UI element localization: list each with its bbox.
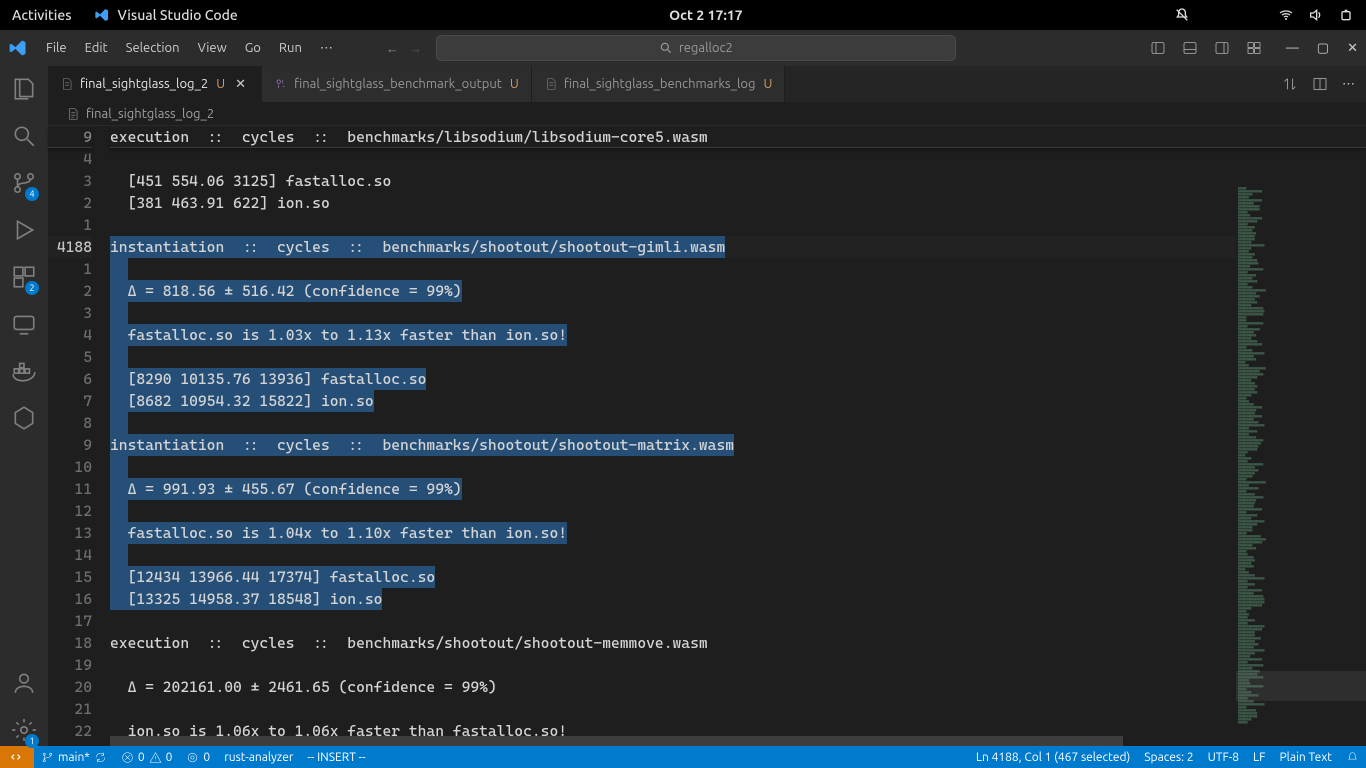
window-minimize-icon[interactable]: —: [1286, 41, 1299, 56]
editor-body[interactable]: 9432141881234567891011121314151617181920…: [48, 126, 1366, 746]
files-icon: [11, 76, 37, 102]
tab-label: final_sightglass_log_2: [80, 77, 208, 91]
tab-modified-indicator: U: [216, 77, 225, 91]
status-language[interactable]: Plain Text: [1272, 746, 1339, 768]
editor-tab[interactable]: final_sightglass_log_2 U ✕: [48, 66, 262, 102]
tab-label: final_sightglass_benchmarks_log: [564, 77, 756, 91]
wifi-icon[interactable]: [1278, 7, 1294, 23]
vscode-icon: [8, 38, 28, 58]
volume-icon[interactable]: [1308, 7, 1324, 23]
tab-modified-indicator: U: [510, 77, 519, 91]
search-icon: [659, 41, 673, 55]
activity-docker[interactable]: [11, 358, 37, 387]
status-encoding[interactable]: UTF-8: [1201, 746, 1246, 768]
activity-extensions[interactable]: 2: [11, 264, 37, 293]
hexagon-icon: [11, 405, 37, 431]
search-icon: [11, 123, 37, 149]
current-app[interactable]: Visual Studio Code: [94, 7, 238, 23]
window-maximize-icon[interactable]: ▢: [1317, 41, 1329, 56]
nav-forward-icon[interactable]: →: [409, 41, 422, 56]
play-icon: [11, 217, 37, 243]
command-center[interactable]: regalloc2: [436, 35, 956, 61]
status-problems[interactable]: 0 0: [114, 746, 180, 768]
scm-badge: 4: [25, 187, 39, 201]
menu-more[interactable]: ⋯: [312, 37, 342, 60]
code-content[interactable]: execution :: cycles :: benchmarks/libsod…: [110, 126, 1366, 746]
minimap[interactable]: ███████ ████████████████████ ███████████…: [1236, 186, 1366, 724]
notifications-muted-icon[interactable]: [1174, 7, 1190, 23]
power-icon[interactable]: [1338, 7, 1354, 23]
horizontal-scrollbar[interactable]: [110, 736, 1236, 746]
account-icon: [11, 670, 37, 696]
error-icon: [121, 751, 134, 764]
editor-tab[interactable]: final_sightglass_benchmark_output U: [262, 66, 532, 102]
status-ports[interactable]: 0: [179, 746, 217, 768]
activity-search[interactable]: [11, 123, 37, 152]
titlebar: File Edit Selection View Go Run ⋯ ← → re…: [0, 30, 1366, 66]
git-branch-icon: [41, 751, 54, 764]
compare-icon[interactable]: [1282, 76, 1298, 92]
breadcrumb-file: final_sightglass_log_2: [86, 107, 214, 121]
menu-selection[interactable]: Selection: [118, 37, 188, 60]
tab-label: final_sightglass_benchmark_output: [294, 77, 502, 91]
activity-explorer[interactable]: [11, 76, 37, 105]
status-vim-mode: -- INSERT --: [300, 746, 372, 768]
activity-run-debug[interactable]: [11, 217, 37, 246]
scrollbar-thumb[interactable]: [110, 736, 1123, 746]
activity-source-control[interactable]: 4: [11, 170, 37, 199]
status-lsp[interactable]: rust-analyzer: [217, 746, 300, 768]
clock[interactable]: Oct 2 17:17: [238, 7, 1174, 23]
menu-go[interactable]: Go: [237, 37, 269, 60]
menu-run[interactable]: Run: [271, 37, 310, 60]
activity-remote[interactable]: [11, 311, 37, 340]
settings-badge: 1: [25, 734, 39, 748]
window-close-icon[interactable]: ✕: [1347, 41, 1358, 56]
status-eol[interactable]: LF: [1246, 746, 1272, 768]
menu-edit[interactable]: Edit: [77, 37, 116, 60]
menu-bar: File Edit Selection View Go Run ⋯: [38, 37, 342, 60]
sync-icon: [94, 751, 107, 764]
extensions-badge: 2: [25, 281, 39, 295]
remote-icon: [11, 311, 37, 337]
ports-icon: [186, 751, 199, 764]
layout-sidebar-left-icon[interactable]: [1150, 40, 1166, 56]
line-gutter: 9432141881234567891011121314151617181920…: [48, 126, 110, 746]
command-center-text: regalloc2: [679, 41, 733, 55]
status-notifications[interactable]: [1339, 746, 1366, 768]
remote-indicator-icon: [10, 750, 24, 764]
activity-bar: 4 2 1: [0, 66, 48, 746]
nav-back-icon[interactable]: ←: [386, 41, 399, 56]
bell-icon: [1346, 751, 1359, 764]
status-indent[interactable]: Spaces: 2: [1137, 746, 1200, 768]
layout-panel-icon[interactable]: [1182, 40, 1198, 56]
tab-more-icon[interactable]: ⋯: [1342, 77, 1356, 92]
close-icon[interactable]: ✕: [235, 77, 249, 91]
warning-icon: [149, 751, 162, 764]
split-editor-icon[interactable]: [1312, 76, 1328, 92]
layout-customize-icon[interactable]: [1246, 40, 1262, 56]
status-cursor-position[interactable]: Ln 4188, Col 1 (467 selected): [969, 746, 1137, 768]
minimap-viewport[interactable]: [1236, 671, 1366, 701]
menu-file[interactable]: File: [38, 37, 75, 60]
status-branch[interactable]: main*: [34, 746, 114, 768]
editor-tab[interactable]: final_sightglass_benchmarks_log U: [532, 66, 786, 102]
docker-icon: [11, 358, 37, 384]
menu-view[interactable]: View: [190, 37, 235, 60]
status-bar: main* 0 0 0 rust-analyzer -- INSERT -- L…: [0, 746, 1366, 768]
status-remote[interactable]: [0, 746, 34, 768]
activity-accounts[interactable]: [11, 670, 37, 699]
activity-item[interactable]: [11, 405, 37, 434]
os-top-bar: Activities Visual Studio Code Oct 2 17:1…: [0, 0, 1366, 30]
activities-button[interactable]: Activities: [12, 7, 72, 23]
editor-tabs: final_sightglass_log_2U✕final_sightglass…: [48, 66, 1366, 102]
activity-settings[interactable]: 1: [11, 717, 37, 746]
vscode-icon: [94, 7, 110, 23]
layout-sidebar-right-icon[interactable]: [1214, 40, 1230, 56]
tab-modified-indicator: U: [763, 77, 772, 91]
breadcrumb[interactable]: final_sightglass_log_2: [48, 102, 1366, 126]
file-lines-icon: [66, 107, 80, 121]
